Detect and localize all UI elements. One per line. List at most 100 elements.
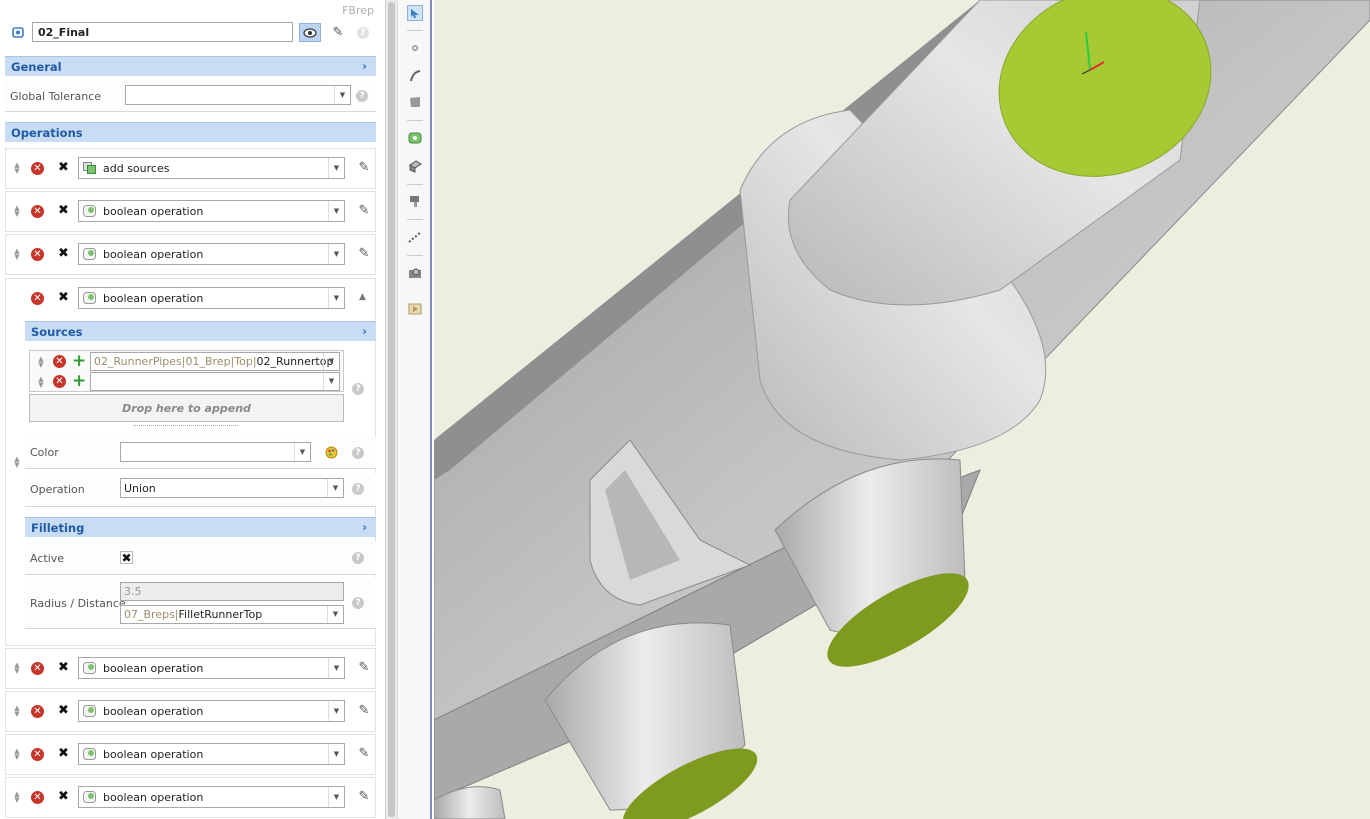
operation-type-select[interactable]: boolean operation ▼ <box>78 200 345 222</box>
point-icon[interactable] <box>407 41 423 57</box>
sort-handle-icon[interactable]: ▲ ▼ <box>12 162 22 175</box>
edit-icon[interactable]: ✎ <box>357 747 371 761</box>
edit-icon[interactable]: ✎ <box>357 704 371 718</box>
operations-section-header[interactable]: Operations <box>5 122 376 142</box>
edit-icon[interactable]: ✎ <box>357 790 371 804</box>
operation-type-select[interactable]: boolean operation ▼ <box>78 743 345 765</box>
chevron-down-icon: ▼ <box>328 744 344 764</box>
measure-icon[interactable] <box>407 194 423 210</box>
drop-zone-divider <box>133 425 238 426</box>
remove-operation-icon[interactable]: ✕ <box>31 791 44 804</box>
color-select[interactable]: ▼ <box>120 442 311 462</box>
active-checkbox[interactable]: ✖ <box>120 551 133 565</box>
dashed-line-icon[interactable] <box>407 230 423 246</box>
help-icon[interactable]: ? <box>352 447 364 459</box>
source-select-2[interactable]: ▼ <box>90 372 340 391</box>
operation-type-select[interactable]: boolean operation ▼ <box>78 287 345 309</box>
remove-operation-icon[interactable]: ✕ <box>31 162 44 175</box>
general-section-header[interactable]: General › <box>5 56 376 76</box>
scrollbar-thumb[interactable] <box>388 2 395 817</box>
remove-source-icon[interactable]: ✕ <box>53 375 66 388</box>
sort-handle-icon[interactable]: ▲ ▼ <box>12 705 22 718</box>
disable-operation-icon[interactable]: ✖ <box>57 161 70 174</box>
edit-icon[interactable]: ✎ <box>357 204 371 218</box>
add-source-icon[interactable]: + <box>72 373 86 390</box>
remove-source-icon[interactable]: ✕ <box>53 355 66 368</box>
surface-icon[interactable] <box>407 95 423 111</box>
help-icon[interactable]: ? <box>352 552 364 564</box>
edit-icon[interactable]: ✎ <box>357 247 371 261</box>
panel-scrollbar[interactable] <box>385 0 397 819</box>
collapse-icon[interactable]: ▲ <box>359 292 366 302</box>
help-icon[interactable]: ? <box>356 90 368 102</box>
sort-handle-icon[interactable]: ▲ ▼ <box>12 748 22 761</box>
brep-icon[interactable] <box>407 131 423 147</box>
sort-handle-icon[interactable]: ▲ ▼ <box>12 456 22 469</box>
radius-value-field[interactable]: 3.5 <box>120 582 344 601</box>
edit-icon[interactable]: ✎ <box>357 661 371 675</box>
select-icon[interactable] <box>407 5 423 21</box>
sort-handle-icon[interactable]: ▲ ▼ <box>12 205 22 218</box>
chevron-down-icon: ▼ <box>328 288 344 308</box>
disable-operation-icon[interactable]: ✖ <box>57 291 70 304</box>
type-tag: FBrep <box>342 4 374 17</box>
operation-type-select[interactable]: boolean operation ▼ <box>78 243 345 265</box>
sort-handle-icon[interactable]: ▲ ▼ <box>12 248 22 261</box>
boolean-operation-icon <box>83 248 96 260</box>
sort-handle-icon[interactable]: ▲ ▼ <box>12 791 22 804</box>
operation-row: ▲ ▼ ✕ ✖ boolean operation ▼ ✎ <box>5 234 376 275</box>
color-label: Color <box>30 446 59 459</box>
sort-handle-icon[interactable]: ▲ ▼ <box>36 356 46 369</box>
disable-operation-icon[interactable]: ✖ <box>57 204 70 217</box>
filleting-section-header[interactable]: Filleting › <box>25 517 376 537</box>
operation-row: ▲ ▼ ✕ ✖ boolean operation ▼ ✎ <box>5 648 376 689</box>
source-select-1[interactable]: 02_RunnerPipes|01_Brep|Top|02_Runnertop … <box>90 352 340 371</box>
edit-icon[interactable]: ✎ <box>357 161 371 175</box>
chevron-down-icon: ▼ <box>334 86 350 104</box>
drop-zone[interactable]: Drop here to append <box>29 394 344 422</box>
sort-handle-icon[interactable]: ▲ ▼ <box>12 662 22 675</box>
disable-operation-icon[interactable]: ✖ <box>57 247 70 260</box>
visibility-toggle[interactable] <box>299 23 321 42</box>
operation-type-select[interactable]: add sources ▼ <box>78 157 345 179</box>
operation-row: ▲ ▼ ✕ ✖ boolean operation ▼ ✎ <box>5 691 376 732</box>
play-icon[interactable] <box>407 302 423 318</box>
remove-operation-icon[interactable]: ✕ <box>31 662 44 675</box>
edit-icon[interactable]: ✎ <box>331 26 345 40</box>
chevron-down-icon: ▼ <box>328 787 344 807</box>
chevron-right-icon: › <box>362 59 367 73</box>
remove-operation-icon[interactable]: ✕ <box>31 248 44 261</box>
remove-operation-icon[interactable]: ✕ <box>31 205 44 218</box>
disable-operation-icon[interactable]: ✖ <box>57 790 70 803</box>
sources-section-header[interactable]: Sources › <box>25 321 376 341</box>
remove-operation-icon[interactable]: ✕ <box>31 292 44 305</box>
camera-icon[interactable] <box>407 266 423 282</box>
operation-row: ▲ ▼ ✕ ✖ boolean operation ▼ ✎ <box>5 191 376 232</box>
operation-label: Operation <box>30 483 85 496</box>
disable-operation-icon[interactable]: ✖ <box>57 661 70 674</box>
disable-operation-icon[interactable]: ✖ <box>57 747 70 760</box>
palette-icon[interactable] <box>325 446 338 459</box>
boolean-operation-icon <box>83 791 96 803</box>
global-tolerance-select[interactable]: ▼ <box>125 85 351 105</box>
operation-select[interactable]: Union ▼ <box>120 478 344 498</box>
disable-operation-icon[interactable]: ✖ <box>57 704 70 717</box>
remove-operation-icon[interactable]: ✕ <box>31 748 44 761</box>
help-icon[interactable]: ? <box>357 27 369 39</box>
operation-type-select[interactable]: boolean operation ▼ <box>78 657 345 679</box>
operation-type-select[interactable]: boolean operation ▼ <box>78 786 345 808</box>
3d-viewport[interactable] <box>434 0 1370 819</box>
help-icon[interactable]: ? <box>352 483 364 495</box>
solid-icon[interactable] <box>407 159 423 175</box>
boolean-operation-icon <box>83 292 96 304</box>
help-icon[interactable]: ? <box>352 383 364 395</box>
name-input[interactable]: 02_Final <box>32 22 293 42</box>
add-source-icon[interactable]: + <box>72 353 86 370</box>
active-row: Active ✖ ? <box>25 541 376 575</box>
sort-handle-icon[interactable]: ▲ ▼ <box>36 376 46 389</box>
operation-type-select[interactable]: boolean operation ▼ <box>78 700 345 722</box>
curve-icon[interactable] <box>407 69 423 85</box>
help-icon[interactable]: ? <box>352 597 364 609</box>
remove-operation-icon[interactable]: ✕ <box>31 705 44 718</box>
radius-reference-select[interactable]: 07_Breps|FilletRunnerTop ▼ <box>120 605 344 624</box>
